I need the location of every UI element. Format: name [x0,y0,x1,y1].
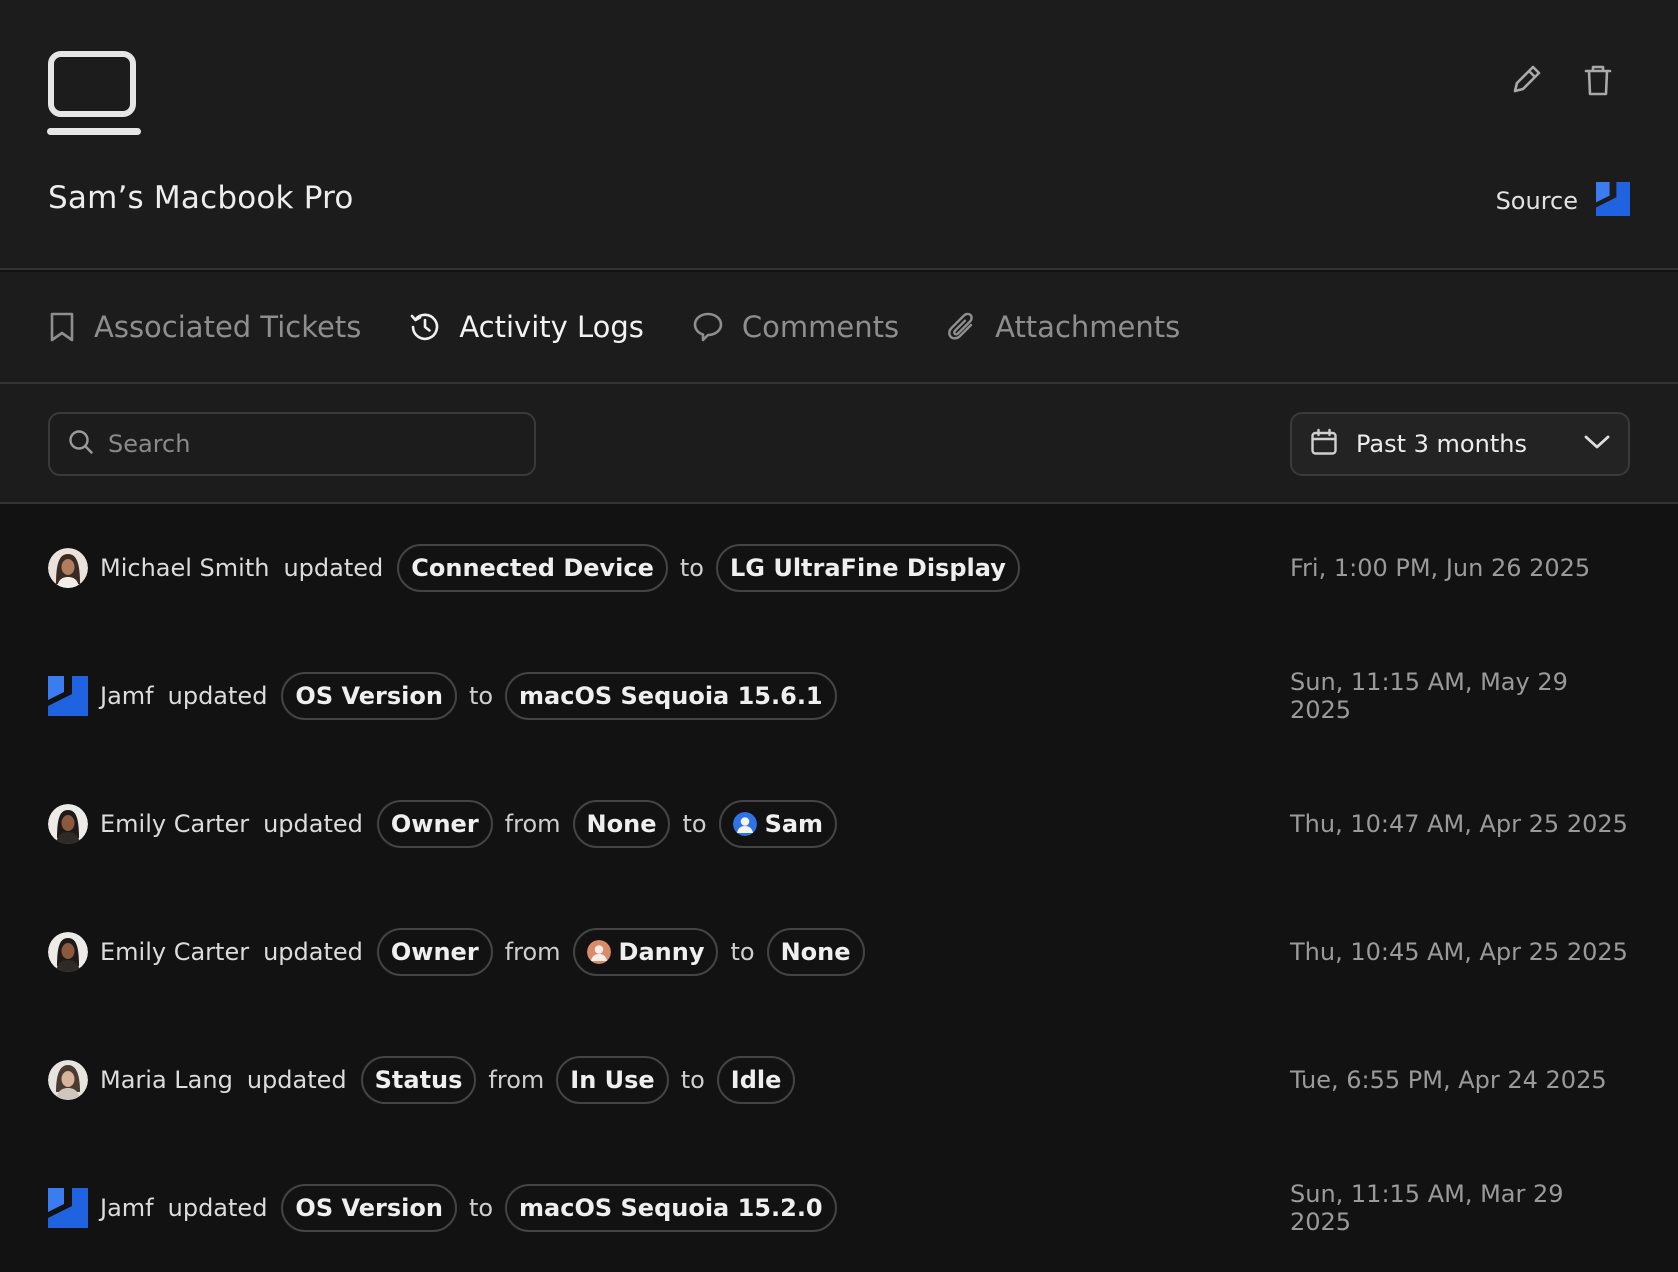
connector-to: to [468,682,494,710]
field-chip: OS Version [281,1184,457,1232]
date-range-value: Past 3 months [1356,430,1527,458]
from-value-chip: In Use [556,1056,669,1104]
log-timestamp: Sun, 11:15 AM, May 29 2025 [1290,668,1568,724]
pencil-icon[interactable] [1508,58,1544,102]
tab-associated-tickets[interactable]: Associated Tickets [48,310,361,344]
log-entry: Jamf updated OS Version to macOS Sequoia… [48,1180,1630,1236]
tab-bar: Associated Tickets Activity Logs Comment… [0,272,1678,384]
field-chip: Owner [376,928,493,976]
device-header: Sam’s Macbook Pro Source [0,0,1678,270]
avatar [48,1060,88,1100]
search-icon [68,429,94,459]
log-description: Maria Lang updated Status from In Use to… [48,1056,796,1104]
bookmark-icon [48,311,76,343]
avatar [732,812,757,836]
log-timestamp: Tue, 6:55 PM, Apr 24 2025 [1290,1066,1607,1094]
avatar [586,940,611,964]
action-verb: updated [263,938,363,966]
chip-label: Sam [764,810,824,838]
connector-to: to [730,938,755,966]
tab-activity-logs[interactable]: Activity Logs [409,310,644,344]
log-entry: Emily Carter updated Owner from None to … [48,796,1630,852]
log-timestamp: Fri, 1:00 PM, Jun 26 2025 [1290,554,1591,582]
calendar-icon [1310,428,1338,460]
log-description: Michael Smith updated Connected Device t… [48,544,1020,592]
from-value-chip: None [572,800,671,848]
to-value-chip: macOS Sequoia 15.6.1 [505,672,837,720]
tab-label: Activity Logs [459,310,644,344]
from-value-chip: Danny [572,928,719,976]
log-description: Emily Carter updated Owner from Danny to… [48,928,865,976]
jamf-logo-icon [48,1188,88,1228]
connector-to: to [680,1066,705,1094]
action-verb: updated [283,554,384,582]
connector-from: from [504,938,561,966]
connector-to: to [679,554,704,582]
filter-bar: Past 3 months [0,384,1678,504]
log-timestamp: Thu, 10:45 AM, Apr 25 2025 [1290,938,1628,966]
actor-name: Emily Carter [100,810,250,838]
history-icon [409,311,441,343]
header-actions [1508,58,1616,102]
field-chip: Status [360,1056,477,1104]
connector-to: to [682,810,707,838]
actor-name: Jamf [100,682,154,710]
avatar [48,548,88,588]
search-box[interactable] [48,412,536,476]
tab-comments[interactable]: Comments [692,310,899,344]
tab-label: Attachments [995,310,1181,344]
action-verb: updated [167,682,268,710]
log-entry: Jamf updated OS Version to macOS Sequoia… [48,668,1630,724]
connector-from: from [488,1066,545,1094]
action-verb: updated [167,1194,268,1222]
search-input[interactable] [108,430,508,458]
connector-from: from [504,810,561,838]
action-verb: updated [263,810,363,838]
field-chip: Connected Device [397,544,668,592]
actor-name: Maria Lang [100,1066,233,1094]
laptop-icon [46,50,146,142]
actor-name: Michael Smith [100,554,270,582]
to-value-chip: None [766,928,865,976]
log-timestamp: Thu, 10:47 AM, Apr 25 2025 [1290,810,1628,838]
avatar [48,804,88,844]
connector-to: to [468,1194,494,1222]
field-chip: Owner [376,800,493,848]
source-indicator: Source [1496,182,1630,220]
source-label: Source [1495,187,1578,215]
jamf-logo-icon [48,676,88,716]
page-title: Sam’s Macbook Pro [48,180,354,216]
log-entry: Emily Carter updated Owner from Danny to… [48,924,1630,980]
paperclip-icon [947,311,977,343]
field-chip: OS Version [281,672,457,720]
actor-name: Emily Carter [100,938,250,966]
tab-attachments[interactable]: Attachments [947,310,1180,344]
chip-label: Danny [618,938,705,966]
to-value-chip: Sam [718,800,838,848]
tab-label: Associated Tickets [94,310,362,344]
log-entry: Maria Lang updated Status from In Use to… [48,1052,1630,1108]
comment-icon [692,311,724,343]
log-entry: Michael Smith updated Connected Device t… [48,540,1630,596]
log-description: Jamf updated OS Version to macOS Sequoia… [48,1184,837,1232]
log-description: Jamf updated OS Version to macOS Sequoia… [48,672,837,720]
date-range-select[interactable]: Past 3 months [1290,412,1630,476]
to-value-chip: macOS Sequoia 15.2.0 [505,1184,837,1232]
avatar [48,932,88,972]
to-value-chip: LG UltraFine Display [715,544,1020,592]
tab-label: Comments [741,310,900,344]
log-description: Emily Carter updated Owner from None to … [48,800,838,848]
action-verb: updated [246,1066,347,1094]
actor-name: Jamf [100,1194,154,1222]
chevron-down-icon [1584,434,1610,454]
to-value-chip: Idle [716,1056,796,1104]
jamf-logo-icon [1596,182,1630,220]
log-timestamp: Sun, 11:15 AM, Mar 29 2025 [1290,1180,1564,1236]
trash-icon[interactable] [1580,58,1616,102]
